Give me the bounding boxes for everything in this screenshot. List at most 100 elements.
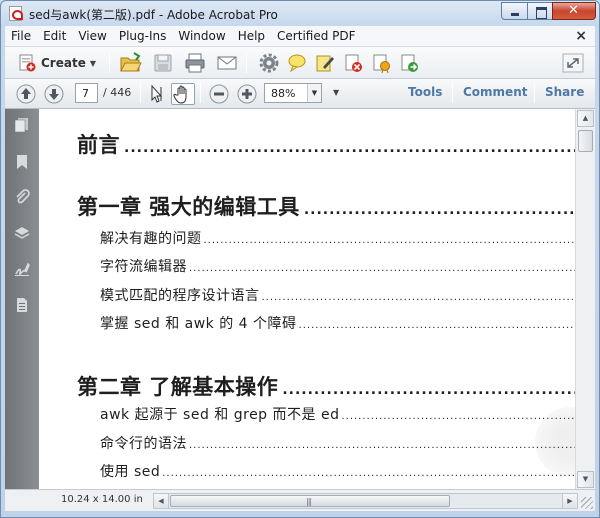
zoom-out-icon	[209, 84, 229, 104]
create-label: Create	[41, 56, 86, 70]
hand-tool-button[interactable]	[171, 83, 195, 105]
zoom-out-button[interactable]	[208, 83, 232, 105]
page-thumbnails-icon[interactable]	[14, 117, 30, 133]
secure-lock-icon	[345, 54, 362, 72]
save-button[interactable]	[151, 52, 175, 74]
toc-leader: ........................................…	[189, 440, 575, 451]
arrow-down-icon	[44, 84, 64, 104]
scroll-down-icon[interactable]: ▼	[577, 471, 594, 488]
scroll-right-icon[interactable]: ▶	[562, 494, 577, 508]
toc-leader: ........................................…	[261, 292, 576, 303]
certificate-icon	[373, 54, 390, 74]
share-pane-button[interactable]: Share	[545, 85, 584, 99]
select-tool-button[interactable]	[145, 83, 169, 105]
sign-button[interactable]	[313, 52, 337, 74]
minimize-button[interactable]	[501, 2, 528, 20]
toc-entry[interactable]: 解决有趣的问题 ................................…	[100, 228, 575, 248]
arrow-up-icon	[16, 84, 36, 104]
comment-bubble-icon	[288, 54, 306, 73]
toc-leader: ........................................…	[203, 235, 576, 246]
toc-leader: ........................................…	[298, 320, 575, 331]
horizontal-scrollbar[interactable]: ◀ ||| ▶	[153, 493, 578, 509]
zoom-in-button[interactable]	[236, 83, 260, 105]
create-dropdown-icon[interactable]: ▼	[90, 59, 96, 68]
vertical-scrollbar[interactable]: ▲ ▼	[575, 109, 595, 489]
title-bar[interactable]: sed与awk(第二版).pdf - Adobe Acrobat Pro	[1, 1, 599, 26]
menu-bar: File Edit View Plug-Ins Window Help Cert…	[5, 26, 595, 47]
export-icon	[401, 54, 418, 72]
toc-entry-title: 使用 sed	[100, 464, 161, 480]
resize-grip-icon[interactable]	[581, 497, 593, 509]
create-icon	[19, 54, 36, 72]
scroll-left-icon[interactable]: ◀	[154, 494, 169, 508]
toc-entry[interactable]: 第二章 了解基本操作 .............................…	[77, 371, 575, 401]
attachments-icon[interactable]	[14, 189, 30, 205]
vertical-scroll-thumb[interactable]	[578, 130, 593, 152]
toc-entry-title: 命令行的语法	[100, 436, 187, 452]
toc-entry[interactable]: 掌握 sed 和 awk 的 4 个障碍 ...................…	[100, 313, 575, 333]
menu-file[interactable]: File	[5, 29, 37, 43]
document-view[interactable]: 前言 .....................................…	[39, 109, 575, 489]
signatures-icon[interactable]	[14, 261, 30, 277]
toc-entry-title: 字符流编辑器	[100, 259, 187, 275]
maximize-button[interactable]	[527, 2, 553, 20]
pdf-file-icon	[9, 6, 23, 21]
open-button[interactable]	[119, 52, 143, 74]
close-document-icon[interactable]: ×	[575, 28, 587, 44]
menu-help[interactable]: Help	[232, 29, 271, 43]
toc-leader: ........................................…	[124, 140, 575, 156]
toolbar-separator	[246, 53, 247, 73]
zoom-value: 88%	[271, 87, 296, 100]
print-button[interactable]	[183, 52, 207, 74]
content-icon[interactable]	[14, 297, 30, 313]
tools-pane-button[interactable]: Tools	[408, 85, 442, 99]
export-button[interactable]	[397, 52, 421, 74]
toc-entry[interactable]: awk 起源于 sed 和 grep 而不是 ed ..............…	[100, 404, 575, 424]
scroll-up-icon[interactable]: ▲	[577, 110, 594, 127]
zoom-select[interactable]: 88% ▼	[264, 83, 322, 103]
menu-certified-pdf[interactable]: Certified PDF	[271, 29, 362, 43]
toc-entry[interactable]: 字符流编辑器 .................................…	[100, 256, 575, 276]
toc-leader: ........................................…	[282, 382, 575, 398]
close-window-button[interactable]	[552, 2, 596, 20]
toolbar-more-icon[interactable]: ▼	[333, 88, 339, 97]
menu-window[interactable]: Window	[172, 29, 231, 43]
toc-leader: ........................................…	[303, 202, 575, 218]
next-page-button[interactable]	[43, 83, 67, 105]
expand-icon	[562, 53, 584, 73]
page-number-input[interactable]: 7	[75, 83, 98, 103]
email-button[interactable]	[215, 52, 239, 74]
settings-button[interactable]	[257, 52, 281, 74]
toc-entry[interactable]: 前言 .....................................…	[77, 129, 575, 159]
menu-view[interactable]: View	[72, 29, 112, 43]
toc-leader: ........................................…	[162, 468, 575, 479]
menu-plug-ins[interactable]: Plug-Ins	[113, 29, 173, 43]
full-screen-button[interactable]	[561, 52, 585, 74]
bookmarks-icon[interactable]	[14, 154, 30, 170]
menu-edit[interactable]: Edit	[37, 29, 72, 43]
layers-icon[interactable]	[14, 225, 30, 241]
comment-pane-button[interactable]: Comment	[463, 85, 527, 99]
toolbar-separator	[534, 83, 535, 103]
toolbar-separator	[452, 83, 453, 103]
toc-entry[interactable]: 命令行的语法 .................................…	[100, 433, 575, 453]
zoom-in-icon	[237, 84, 257, 104]
acrobat-window: sed与awk(第二版).pdf - Adobe Acrobat Pro Fil…	[0, 0, 600, 518]
toc-entry[interactable]: 模式匹配的程序设计语言 ............................…	[100, 285, 575, 305]
open-folder-icon	[120, 52, 142, 72]
toc-entry[interactable]: 第一章 强大的编辑工具 ............................…	[77, 191, 575, 221]
comment-button[interactable]	[285, 52, 309, 74]
secure-button[interactable]	[341, 52, 365, 74]
previous-page-button[interactable]	[15, 83, 39, 105]
toc-entry[interactable]: 使用 sed .................................…	[100, 461, 575, 481]
toc-entry-title: 第二章 了解基本操作	[77, 375, 279, 399]
chevron-down-icon[interactable]: ▼	[307, 84, 321, 102]
toolbar-separator	[140, 83, 141, 103]
grip-icon: |||	[306, 497, 312, 506]
certificate-button[interactable]	[369, 52, 393, 74]
toc-entry-title: 第一章 强大的编辑工具	[77, 195, 300, 219]
toolbar-separator	[109, 53, 110, 73]
create-button[interactable]: Create ▼	[17, 51, 96, 75]
main-toolbar: Create ▼	[5, 47, 595, 79]
horizontal-scroll-thumb[interactable]: |||	[170, 495, 450, 507]
